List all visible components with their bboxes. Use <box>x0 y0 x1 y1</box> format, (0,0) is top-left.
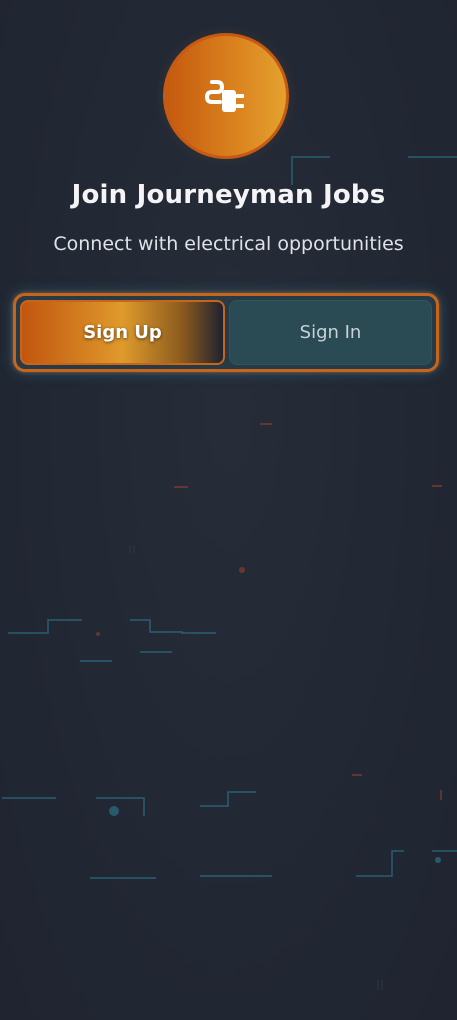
auth-tab-switcher: Sign Up Sign In <box>13 293 439 372</box>
page-title: Join Journeyman Jobs <box>71 180 386 210</box>
tab-sign-up[interactable]: Sign Up <box>20 300 225 365</box>
signup-screen: Join Journeyman Jobs Connect with electr… <box>0 0 457 1020</box>
page-subtitle: Connect with electrical opportunities <box>53 233 404 255</box>
plug-icon <box>205 80 244 112</box>
tab-sign-in[interactable]: Sign In <box>229 300 432 365</box>
app-logo <box>163 33 289 159</box>
